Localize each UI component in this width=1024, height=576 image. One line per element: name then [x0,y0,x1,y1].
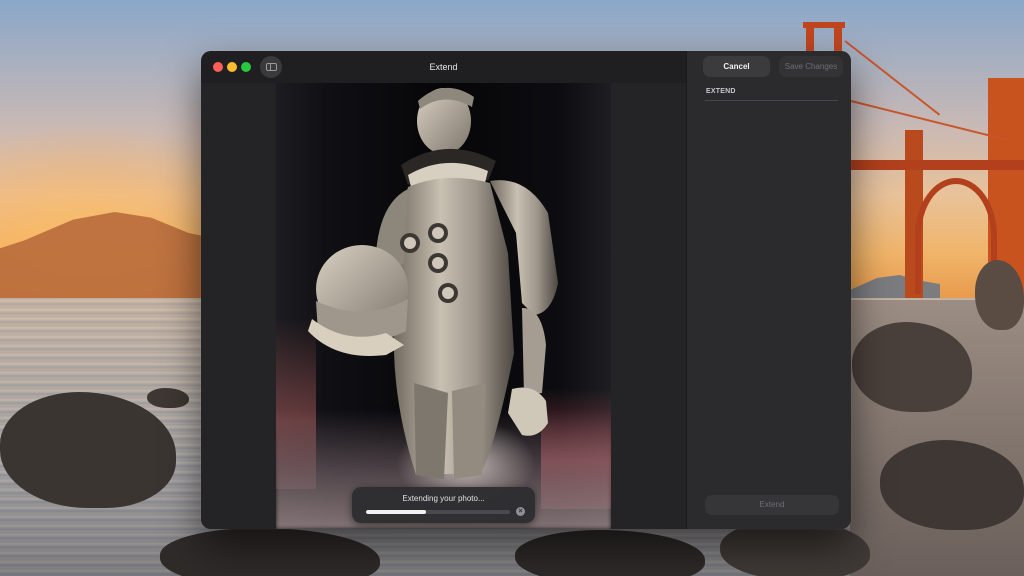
astronaut-statue [308,87,558,479]
photo-preview [276,83,611,529]
extend-button[interactable]: Extend [705,495,839,515]
progress-bar [366,510,510,514]
adjustments-panel: Cancel Save Changes EXTEND Extend [686,51,851,529]
window-title: Extend [429,62,458,72]
cancel-icon[interactable]: × [516,507,525,516]
title-bar: Extend [201,51,686,83]
section-divider [705,100,838,101]
app-window: Extend Extending your photo... × Cancel … [201,51,851,529]
save-changes-button[interactable]: Save Changes [779,56,843,77]
section-heading: EXTEND [706,88,736,95]
bridge-deck [851,160,1024,170]
bridge-cable [844,40,941,116]
progress-fill [366,510,427,514]
progress-toast: Extending your photo... × [352,487,535,523]
rock [147,388,189,408]
photo-canvas: Extending your photo... × [201,83,686,529]
progress-label: Extending your photo... [402,494,485,503]
cancel-button[interactable]: Cancel [703,56,770,77]
